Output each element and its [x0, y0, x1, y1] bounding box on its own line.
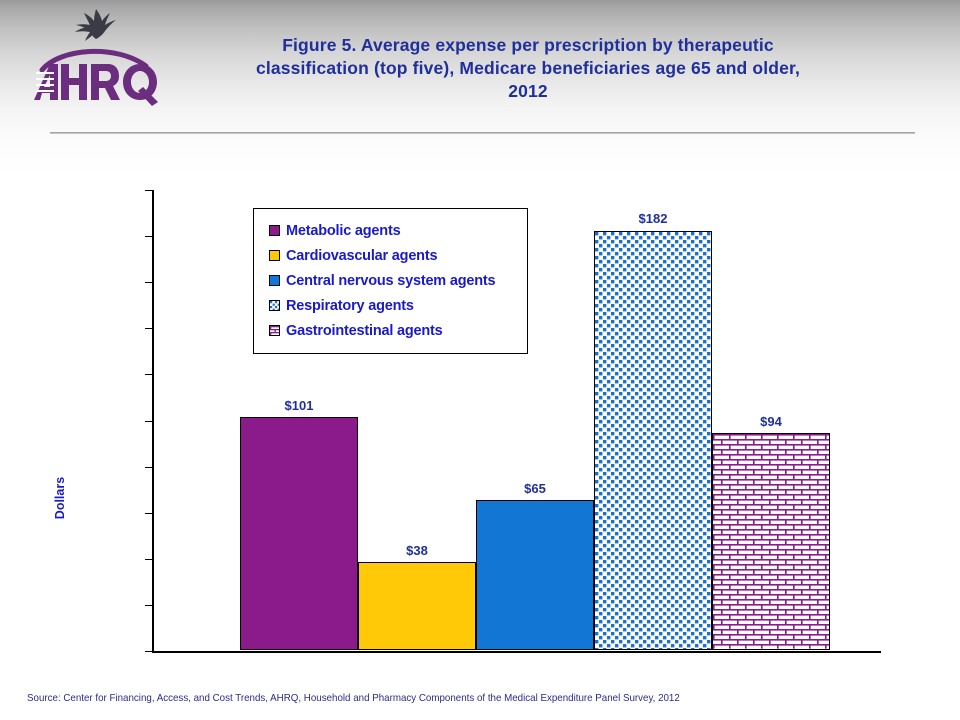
x-axis-line [152, 651, 881, 653]
y-tick-120 [145, 374, 152, 376]
bar-value-label-1: $101 [284, 398, 314, 414]
page-title: Figure 5. Average expense per prescripti… [256, 35, 800, 101]
legend-label-2: Cardiovascular agents [286, 247, 438, 264]
legend-item-5[interactable]: Gastrointestinal agents [254, 318, 527, 343]
y-tick-80 [145, 466, 152, 468]
bar-value-label-5: $94 [760, 414, 782, 430]
bar-value-label-2: $38 [406, 543, 428, 559]
ahrq-wordmark [34, 48, 158, 106]
ahrq-logo [28, 8, 163, 108]
header-divider [50, 132, 915, 134]
y-tick-40 [145, 558, 152, 560]
legend-swatch-icon-5 [269, 325, 280, 336]
bar-3 [476, 500, 594, 650]
bar-value-label-4: $182 [638, 211, 668, 227]
bar-1 [240, 417, 358, 650]
legend-label-1: Metabolic agents [286, 222, 401, 239]
y-axis-line [152, 190, 154, 653]
y-axis-title: Dollars [53, 476, 67, 520]
bar-4 [594, 230, 712, 650]
source-note: Source: Center for Financing, Access, an… [27, 692, 680, 704]
y-tick-60 [145, 512, 152, 514]
bar-value-label-3: $65 [524, 481, 546, 497]
legend-swatch-icon-4 [269, 300, 280, 311]
y-tick-160 [145, 282, 152, 284]
y-tick-100 [145, 420, 152, 422]
legend-label-4: Respiratory agents [286, 297, 414, 314]
chart-legend: Metabolic agents Cardiovascular agents Cen… [253, 208, 528, 354]
legend-label-5: Gastrointestinal agents [286, 322, 443, 339]
chart-area: Dollars $101$38$65$182$94 02040608010012… [0, 160, 960, 670]
y-tick-20 [145, 604, 152, 606]
bar-5 [712, 433, 830, 650]
y-tick-140 [145, 328, 152, 330]
legend-item-1[interactable]: Metabolic agents [254, 218, 527, 243]
y-tick-180 [145, 236, 152, 238]
y-tick-0 [145, 651, 152, 652]
legend-item-2[interactable]: Cardiovascular agents [254, 243, 527, 268]
y-tick-200 [145, 190, 152, 191]
legend-swatch-icon-2 [269, 250, 280, 261]
legend-item-3[interactable]: Central nervous system agents [254, 268, 527, 293]
legend-swatch-icon-3 [269, 275, 280, 286]
bar-2 [358, 562, 476, 650]
legend-item-4[interactable]: Respiratory agents [254, 293, 527, 318]
legend-label-3: Central nervous system agents [286, 272, 496, 289]
legend-swatch-icon-1 [269, 225, 280, 236]
